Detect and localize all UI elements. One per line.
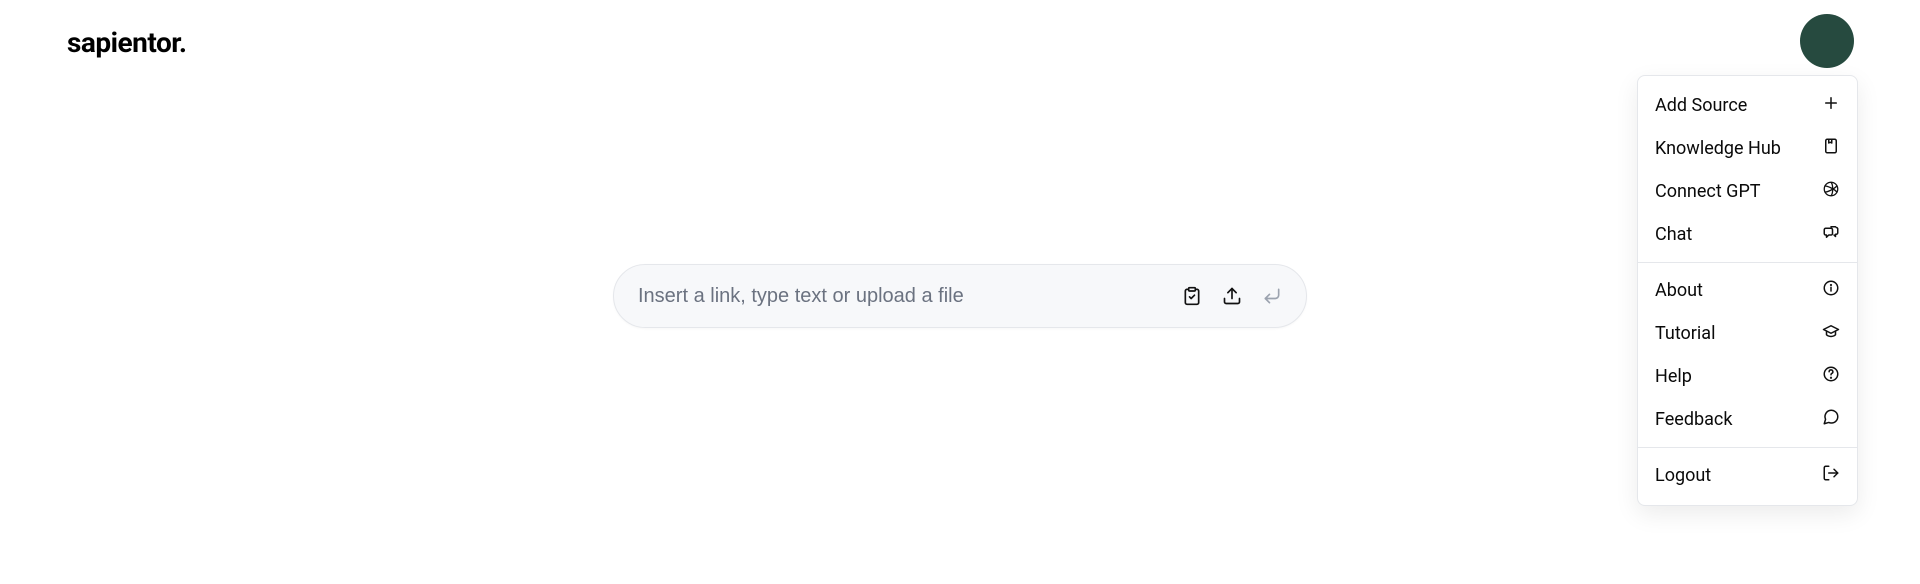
menu-item-logout[interactable]: Logout — [1638, 454, 1857, 497]
main-input[interactable] — [638, 285, 1170, 308]
menu-separator — [1638, 447, 1857, 448]
menu-item-label: Chat — [1655, 224, 1692, 245]
menu-item-label: Knowledge Hub — [1655, 138, 1781, 159]
menu-item-add-source[interactable]: Add Source — [1638, 84, 1857, 127]
menu-item-label: About — [1655, 280, 1703, 301]
menu-item-label: Add Source — [1655, 95, 1747, 116]
logout-icon — [1822, 464, 1840, 487]
menu-item-about[interactable]: About — [1638, 269, 1857, 312]
chats-icon — [1822, 223, 1840, 246]
clipboard-icon[interactable] — [1182, 286, 1202, 306]
menu-item-feedback[interactable]: Feedback — [1638, 398, 1857, 441]
menu-item-connect-gpt[interactable]: Connect GPT — [1638, 170, 1857, 213]
menu-item-label: Help — [1655, 366, 1692, 387]
openai-icon — [1822, 180, 1840, 203]
input-action-icons — [1182, 286, 1282, 306]
menu-item-label: Tutorial — [1655, 323, 1715, 344]
user-menu: Add Source Knowledge Hub Connect GPT — [1637, 75, 1858, 506]
menu-item-knowledge-hub[interactable]: Knowledge Hub — [1638, 127, 1857, 170]
main-input-container — [613, 264, 1307, 328]
help-icon — [1822, 365, 1840, 388]
upload-icon[interactable] — [1222, 286, 1242, 306]
enter-icon[interactable] — [1262, 286, 1282, 306]
plus-icon — [1822, 94, 1840, 117]
menu-item-label: Logout — [1655, 465, 1711, 486]
chat-bubble-icon — [1822, 408, 1840, 431]
menu-item-chat[interactable]: Chat — [1638, 213, 1857, 256]
info-icon — [1822, 279, 1840, 302]
brand-logo[interactable]: sapientor. — [67, 26, 187, 59]
menu-item-help[interactable]: Help — [1638, 355, 1857, 398]
grad-cap-icon — [1822, 322, 1840, 345]
menu-item-label: Feedback — [1655, 409, 1732, 430]
user-avatar[interactable] — [1800, 14, 1854, 68]
menu-item-tutorial[interactable]: Tutorial — [1638, 312, 1857, 355]
menu-separator — [1638, 262, 1857, 263]
menu-item-label: Connect GPT — [1655, 181, 1761, 202]
book-icon — [1822, 137, 1840, 160]
